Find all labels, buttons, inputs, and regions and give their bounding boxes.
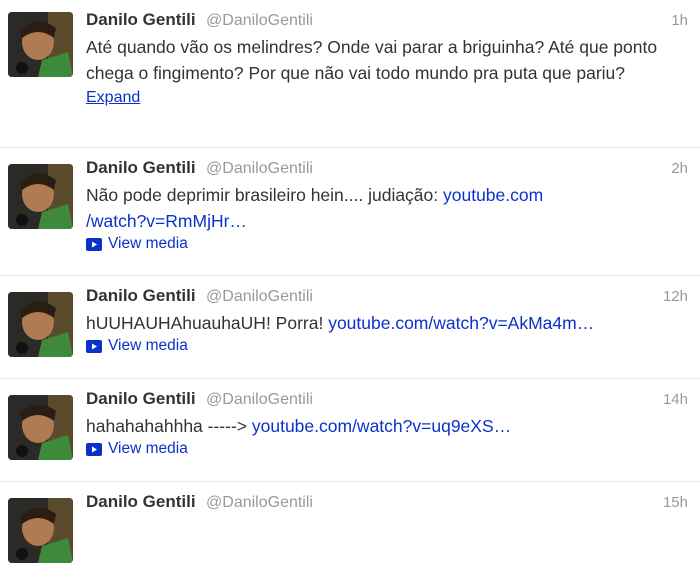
timestamp[interactable]: 12h [663, 288, 688, 305]
tweet-text: Até quando vão os melindres? Onde vai pa… [86, 37, 658, 83]
user-name[interactable]: Danilo Gentili [86, 158, 196, 177]
view-media-link[interactable]: View media [86, 337, 700, 355]
avatar[interactable] [8, 164, 73, 229]
user-name[interactable]: Danilo Gentili [86, 492, 196, 511]
user-name[interactable]: Danilo Gentili [86, 389, 196, 408]
user-handle[interactable]: @DaniloGentili [206, 12, 313, 29]
tweet-text-body: hahahahahhha -----> [86, 416, 252, 436]
timestamp[interactable]: 14h [663, 391, 688, 408]
user-handle[interactable]: @DaniloGentili [206, 288, 313, 305]
tweet-text: hUUHAUHAhuauhaUH! Porra! youtube.com/wat… [86, 310, 700, 336]
avatar[interactable] [8, 12, 73, 77]
avatar[interactable] [8, 292, 73, 357]
user-handle[interactable]: @DaniloGentili [206, 391, 313, 408]
timestamp[interactable]: 15h [663, 494, 688, 511]
user-name[interactable]: Danilo Gentili [86, 10, 196, 29]
view-media-label[interactable]: View media [108, 440, 188, 458]
tweet-item[interactable]: Danilo Gentili @DaniloGentili 15h [0, 482, 700, 563]
timestamp[interactable]: 1h [671, 12, 688, 29]
expand-link[interactable]: Expand [86, 89, 140, 107]
view-media-label[interactable]: View media [108, 235, 188, 253]
tweet-link[interactable]: youtube.com/watch?v=AkMa4m… [328, 313, 594, 333]
tweet-link-continued[interactable]: /watch?v=RmMjHr… [86, 211, 247, 231]
user-handle[interactable]: @DaniloGentili [206, 160, 313, 177]
user-name[interactable]: Danilo Gentili [86, 286, 196, 305]
timestamp[interactable]: 2h [671, 160, 688, 177]
tweet-text: hahahahahhha -----> youtube.com/watch?v=… [86, 413, 700, 439]
play-icon [86, 237, 102, 251]
view-media-label[interactable]: View media [108, 337, 188, 355]
view-media-link[interactable]: View media [86, 440, 700, 458]
tweet-text-body: hUUHAUHAhuauhaUH! Porra! [86, 313, 329, 333]
tweet-text-body: Não pode deprimir brasileiro hein.... ju… [86, 185, 443, 205]
avatar[interactable] [8, 498, 73, 563]
tweet-item[interactable]: Danilo Gentili @DaniloGentili 2h Não pod… [0, 148, 700, 276]
tweet-item[interactable]: Danilo Gentili @DaniloGentili 12h hUUHAU… [0, 276, 700, 379]
play-icon [86, 339, 102, 353]
tweet-link[interactable]: youtube.com/watch?v=uq9eXS… [252, 416, 511, 436]
view-media-link[interactable]: View media [86, 235, 700, 253]
play-icon [86, 442, 102, 456]
tweet-item[interactable]: Danilo Gentili @DaniloGentili 14h hahaha… [0, 379, 700, 482]
timeline: Danilo Gentili @DaniloGentili 1h Até qua… [0, 0, 700, 563]
tweet-item[interactable]: Danilo Gentili @DaniloGentili 1h Até qua… [0, 0, 700, 148]
user-handle[interactable]: @DaniloGentili [206, 494, 313, 511]
avatar[interactable] [8, 395, 73, 460]
tweet-link[interactable]: youtube.com [443, 185, 543, 205]
tweet-text: Não pode deprimir brasileiro hein.... ju… [86, 182, 700, 234]
